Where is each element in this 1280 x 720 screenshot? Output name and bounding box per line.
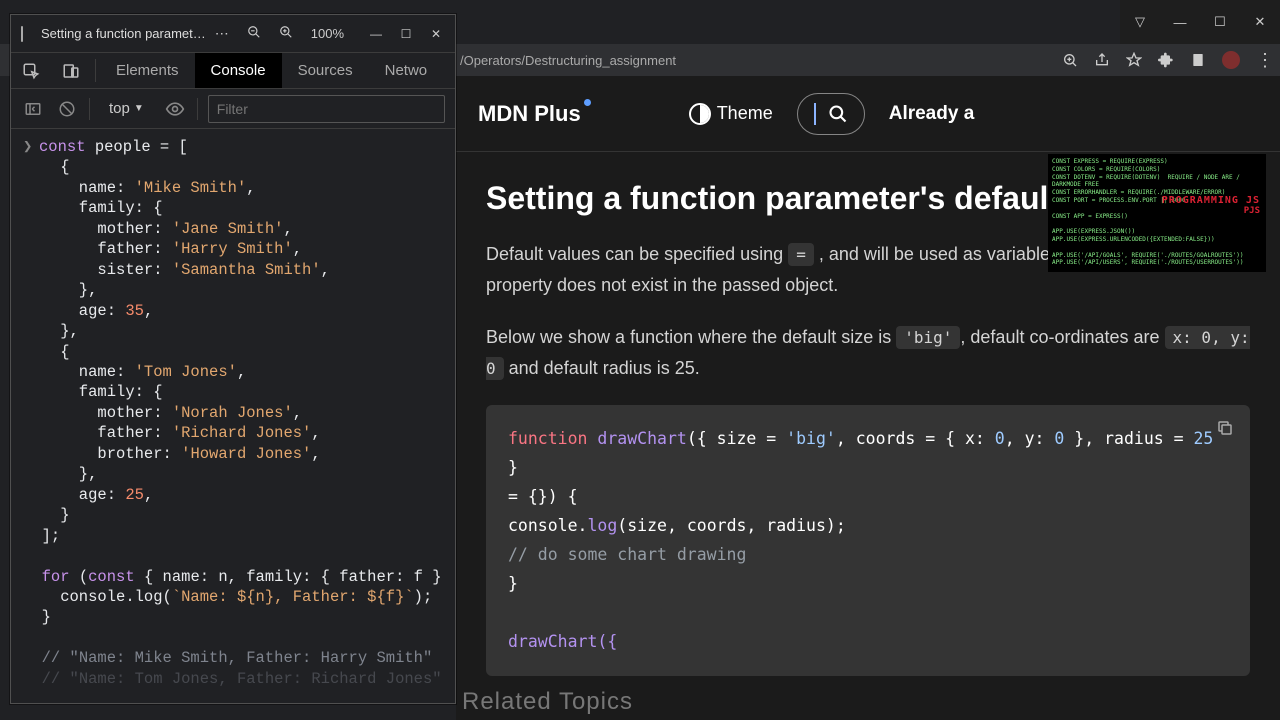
star-icon[interactable] xyxy=(1126,52,1142,68)
search-field[interactable] xyxy=(797,93,865,135)
theme-icon xyxy=(689,103,711,125)
restore-down-icon[interactable]: ▽ xyxy=(1120,6,1160,38)
device-toggle-icon[interactable] xyxy=(51,53,91,88)
related-topics-heading: Related Topics xyxy=(462,688,633,716)
menu-icon[interactable]: ⋮ xyxy=(1256,50,1274,71)
more-icon[interactable]: ⋯ xyxy=(206,25,238,42)
extensions-icon[interactable] xyxy=(1158,52,1174,68)
prompt-icon: ❯ xyxy=(23,137,39,157)
console-sidebar-icon[interactable] xyxy=(21,97,45,121)
devtools-title: Setting a function paramet… xyxy=(41,26,206,41)
zoom-in-icon[interactable] xyxy=(1062,52,1078,68)
window-close-icon[interactable]: ✕ xyxy=(421,27,451,41)
desktop-window-controls: ▽ — ☐ ✕ xyxy=(1120,0,1280,44)
tab-sources[interactable]: Sources xyxy=(282,53,369,88)
article-paragraph-2: Below we show a function where the defau… xyxy=(486,322,1250,383)
close-icon[interactable]: ✕ xyxy=(1240,6,1280,38)
window-minimize-icon[interactable]: — xyxy=(361,27,391,41)
tab-console[interactable]: Console xyxy=(195,53,282,88)
zoom-out-icon[interactable] xyxy=(238,25,270,42)
console-output[interactable]: ❯const people = [ { name: 'Mike Smith', … xyxy=(11,129,455,697)
live-expression-icon[interactable] xyxy=(163,97,187,121)
url-text: /Operators/Destructuring_assignment xyxy=(460,53,676,68)
window-maximize-icon[interactable]: ☐ xyxy=(391,27,421,41)
zoom-level: 100% xyxy=(302,26,353,41)
code-big: 'big' xyxy=(896,326,960,349)
maximize-icon[interactable]: ☐ xyxy=(1200,6,1240,38)
share-icon[interactable] xyxy=(1094,52,1110,68)
devtools-logo-icon xyxy=(21,26,23,42)
minimize-icon[interactable]: — xyxy=(1160,6,1200,38)
devtools-tabs: Elements Console Sources Netwo xyxy=(11,53,455,89)
console-toolbar: top ▼ xyxy=(11,89,455,129)
filter-input[interactable] xyxy=(208,95,445,123)
search-icon xyxy=(828,104,848,124)
theme-toggle[interactable]: Theme xyxy=(689,103,773,125)
devtools-titlebar[interactable]: Setting a function paramet… ⋯ 100% — ☐ ✕ xyxy=(11,15,455,53)
execution-context-selector[interactable]: top ▼ xyxy=(100,97,153,120)
video-thumbnail[interactable]: CONST EXPRESS = REQUIRE(EXPRESS) CONST C… xyxy=(1048,154,1266,272)
clear-console-icon[interactable] xyxy=(55,97,79,121)
reading-list-icon[interactable] xyxy=(1190,52,1206,68)
inspect-icon[interactable] xyxy=(11,53,51,88)
search-caret xyxy=(814,103,816,125)
mdn-page: MDN Plus Theme Already a CONST EXPRESS =… xyxy=(456,76,1280,720)
profile-avatar[interactable] xyxy=(1222,51,1240,69)
mdn-plus-link[interactable]: MDN Plus xyxy=(478,101,581,127)
copy-icon[interactable] xyxy=(1216,419,1234,437)
code-equals: = xyxy=(788,243,814,266)
zoom-in-icon[interactable] xyxy=(270,25,302,42)
already-subscriber-text: Already a xyxy=(889,103,975,125)
tab-network[interactable]: Netwo xyxy=(369,53,444,88)
mdn-header: MDN Plus Theme Already a xyxy=(456,76,1280,152)
tab-elements[interactable]: Elements xyxy=(100,53,195,88)
code-block: function drawChart({ size = 'big', coord… xyxy=(486,405,1250,676)
devtools-window: Setting a function paramet… ⋯ 100% — ☐ ✕… xyxy=(10,14,456,704)
